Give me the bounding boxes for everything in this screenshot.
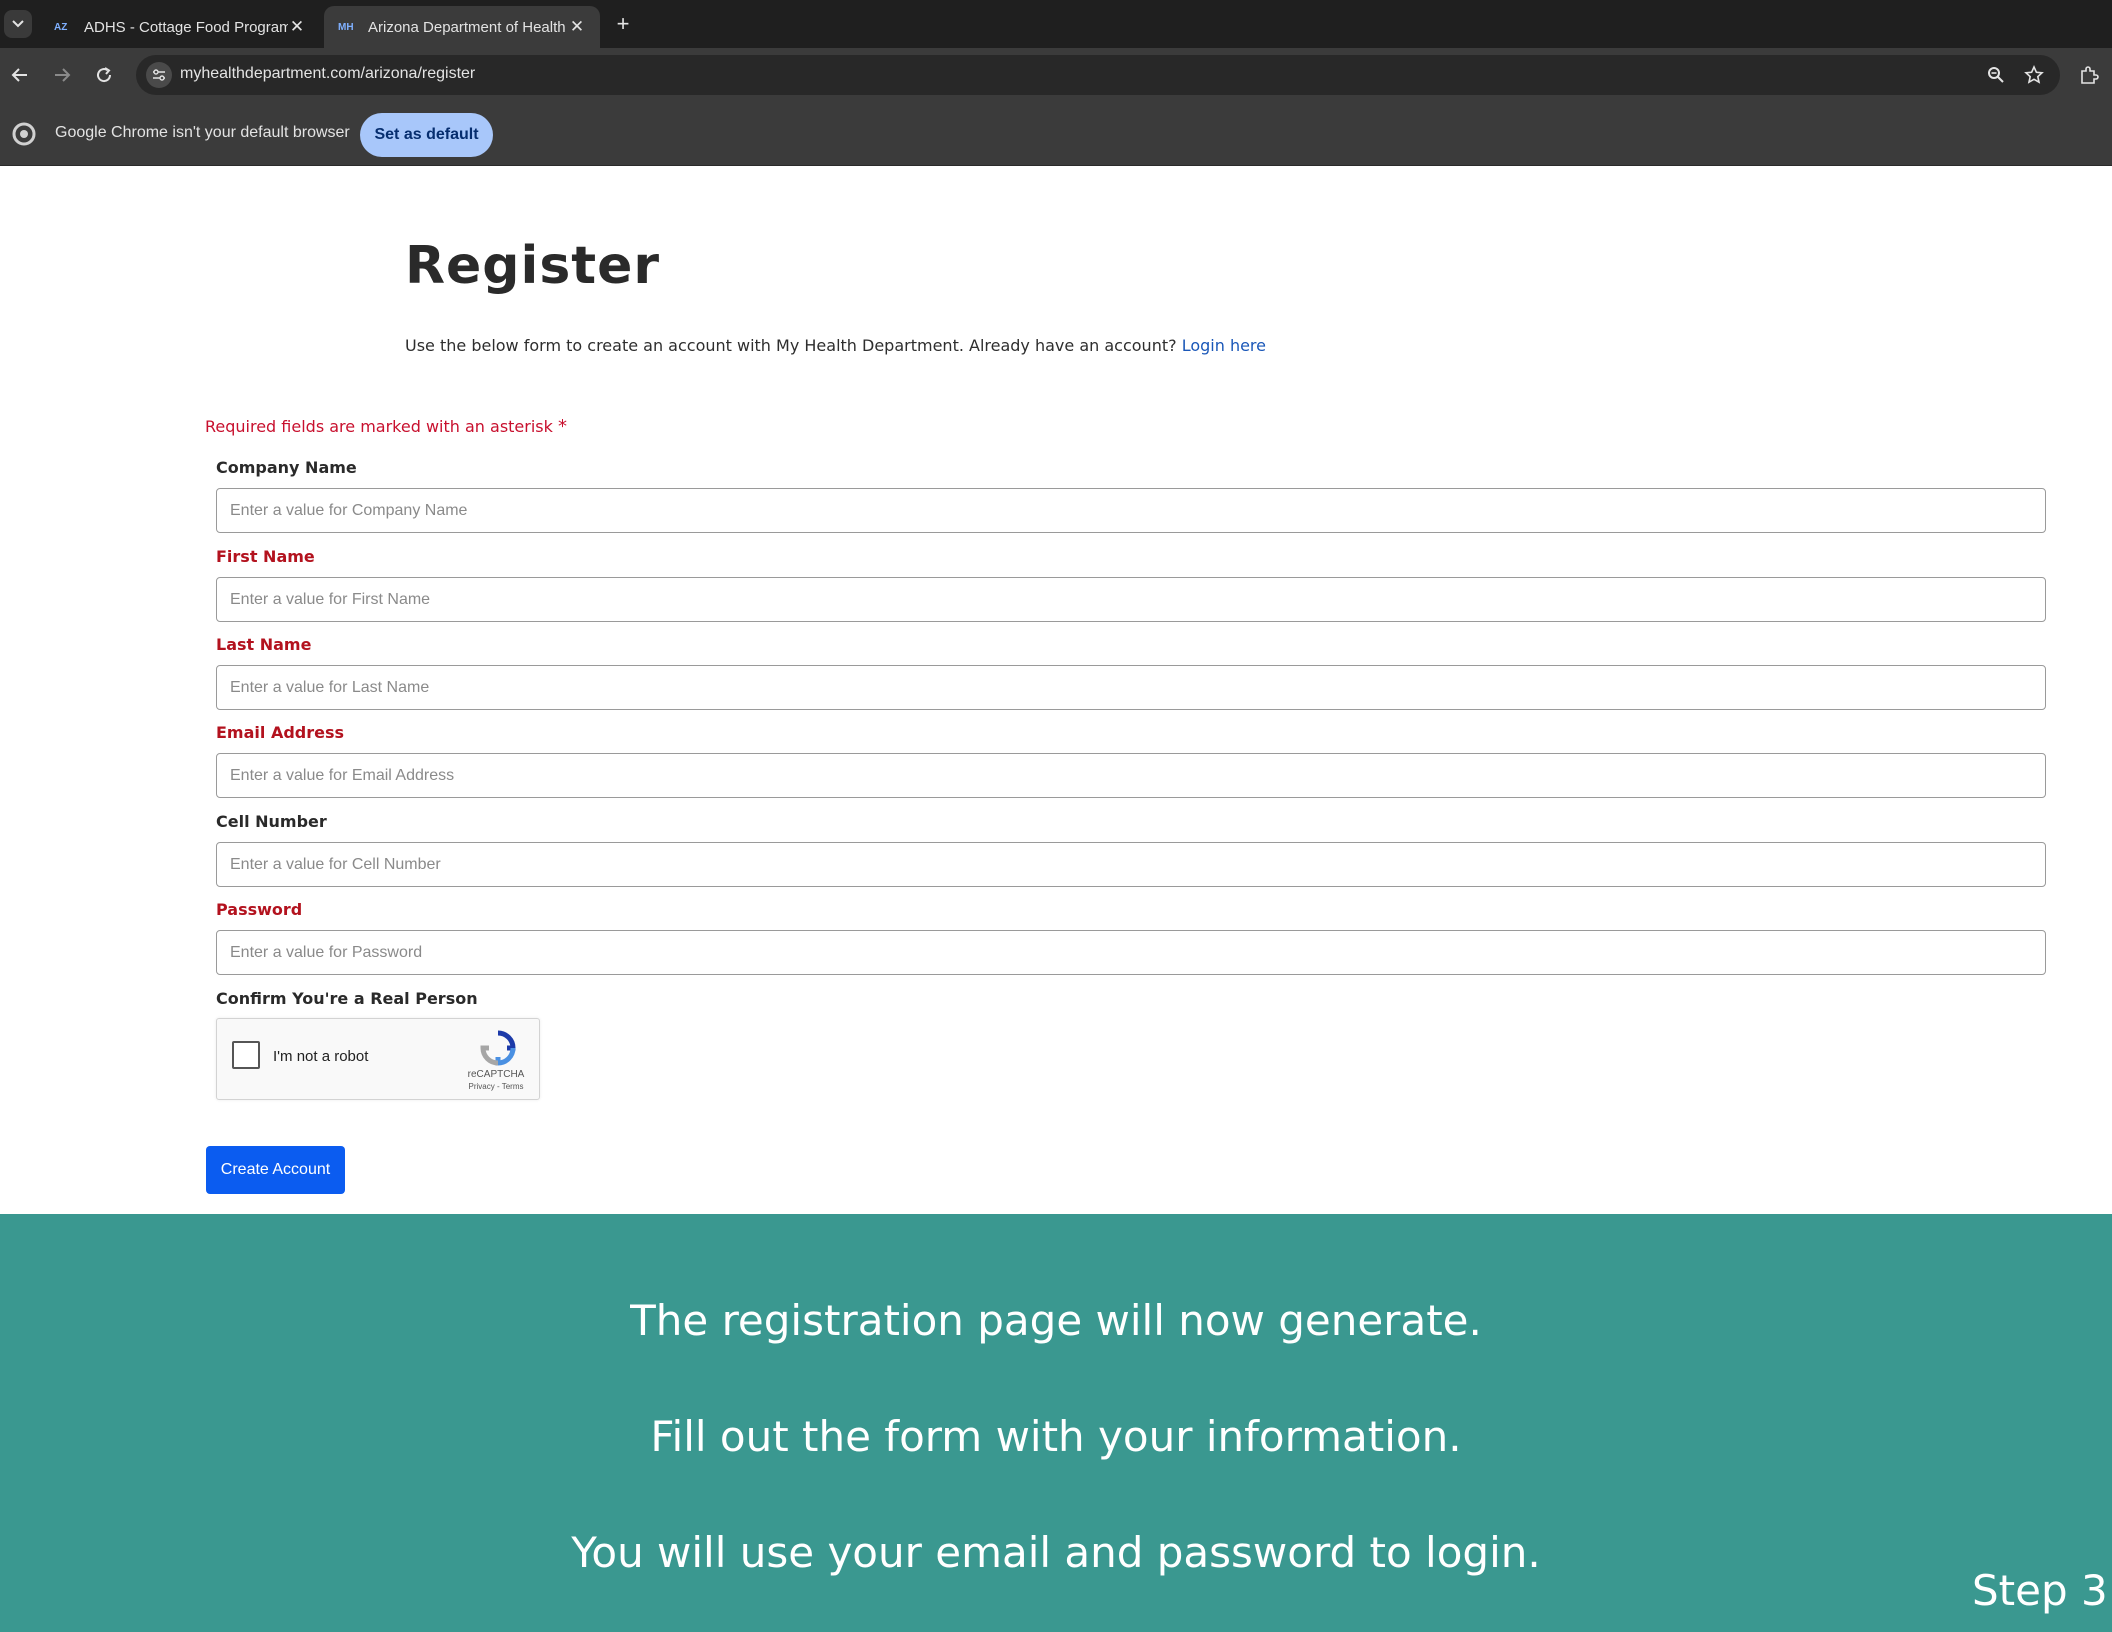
extensions-button[interactable] <box>2076 62 2102 88</box>
recaptcha-checkbox[interactable] <box>232 1041 260 1069</box>
password-label: Password <box>216 900 303 919</box>
cell-number-label: Cell Number <box>216 812 327 831</box>
instruction-line-1: The registration page will now generate. <box>630 1296 1482 1345</box>
instruction-line-2: Fill out the form with your information. <box>650 1412 1462 1461</box>
recaptcha-widget: I'm not a robot reCAPTCHA Privacy - Term… <box>216 1018 540 1100</box>
page-title: Register <box>405 236 661 296</box>
recaptcha-terms-link[interactable]: Privacy - Terms <box>457 1082 535 1091</box>
address-bar[interactable]: myhealthdepartment.com/arizona/register <box>136 55 2060 95</box>
intro-text: Use the below form to create an account … <box>405 336 1266 355</box>
zoom-button[interactable] <box>1984 63 2008 87</box>
recaptcha-checkbox-label: I'm not a robot <box>273 1048 369 1065</box>
first-name-label: First Name <box>216 547 315 566</box>
reload-icon <box>97 67 112 83</box>
company-name-label: Company Name <box>216 458 357 477</box>
bookmark-button[interactable] <box>2022 63 2046 87</box>
required-asterisk: * <box>558 416 567 437</box>
tab-search-button[interactable] <box>4 10 32 38</box>
arrow-left-icon <box>11 68 27 82</box>
forward-button[interactable] <box>49 62 75 88</box>
recaptcha-logo-icon <box>480 1030 516 1066</box>
close-icon[interactable]: ✕ <box>288 17 306 36</box>
chevron-down-icon <box>12 20 24 28</box>
last-name-label: Last Name <box>216 635 312 654</box>
browser-tab-bar: AZ ADHS - Cottage Food Program ✕ MH Ariz… <box>0 0 2112 48</box>
last-name-input[interactable] <box>216 665 2046 710</box>
tab-adhs-cottage-food[interactable]: AZ ADHS - Cottage Food Program ✕ <box>40 6 320 48</box>
email-address-input[interactable] <box>216 753 2046 798</box>
company-name-input[interactable] <box>216 488 2046 533</box>
recaptcha-brand: reCAPTCHA <box>467 1069 525 1080</box>
zoom-icon <box>1988 67 2004 83</box>
tab-title: Arizona Department of Health S <box>368 18 568 36</box>
adhs-favicon-icon: AZ <box>54 21 68 33</box>
instruction-banner: The registration page will now generate.… <box>0 1214 2112 1632</box>
close-icon[interactable]: ✕ <box>568 17 586 36</box>
browser-toolbar: myhealthdepartment.com/arizona/register <box>0 48 2112 102</box>
cell-number-input[interactable] <box>216 842 2046 887</box>
new-tab-plus-icon[interactable]: + <box>610 11 636 37</box>
password-input[interactable] <box>216 930 2046 975</box>
set-as-default-button[interactable]: Set as default <box>360 113 493 157</box>
puzzle-icon <box>2081 66 2099 84</box>
arrow-right-icon <box>55 68 71 82</box>
register-page: Register Use the below form to create an… <box>0 166 2112 1214</box>
reload-button[interactable] <box>91 62 117 88</box>
required-fields-note: Required fields are marked with an aster… <box>205 416 567 437</box>
site-info-button[interactable] <box>146 62 172 88</box>
tune-icon <box>153 69 165 81</box>
create-account-button[interactable]: Create Account <box>206 1146 345 1194</box>
instruction-line-3: You will use your email and password to … <box>571 1528 1541 1577</box>
star-icon <box>2024 65 2044 84</box>
default-browser-infobar: Google Chrome isn't your default browser… <box>0 102 2112 166</box>
back-button[interactable] <box>7 62 33 88</box>
step-label: Step 3 <box>1972 1566 2108 1615</box>
required-note-text: Required fields are marked with an aster… <box>205 417 553 436</box>
infobar-message: Google Chrome isn't your default browser <box>55 124 350 141</box>
intro-sentence: Use the below form to create an account … <box>405 336 1177 355</box>
url-text: myhealthdepartment.com/arizona/register <box>180 65 476 82</box>
mhd-favicon-icon: MH <box>338 21 354 33</box>
first-name-input[interactable] <box>216 577 2046 622</box>
tab-arizona-health-department[interactable]: MH Arizona Department of Health S ✕ <box>324 6 600 48</box>
tab-title: ADHS - Cottage Food Program <box>84 18 288 36</box>
captcha-section-label: Confirm You're a Real Person <box>216 989 478 1008</box>
chrome-logo-icon <box>12 122 36 146</box>
login-link[interactable]: Login here <box>1182 336 1266 355</box>
email-address-label: Email Address <box>216 723 345 742</box>
